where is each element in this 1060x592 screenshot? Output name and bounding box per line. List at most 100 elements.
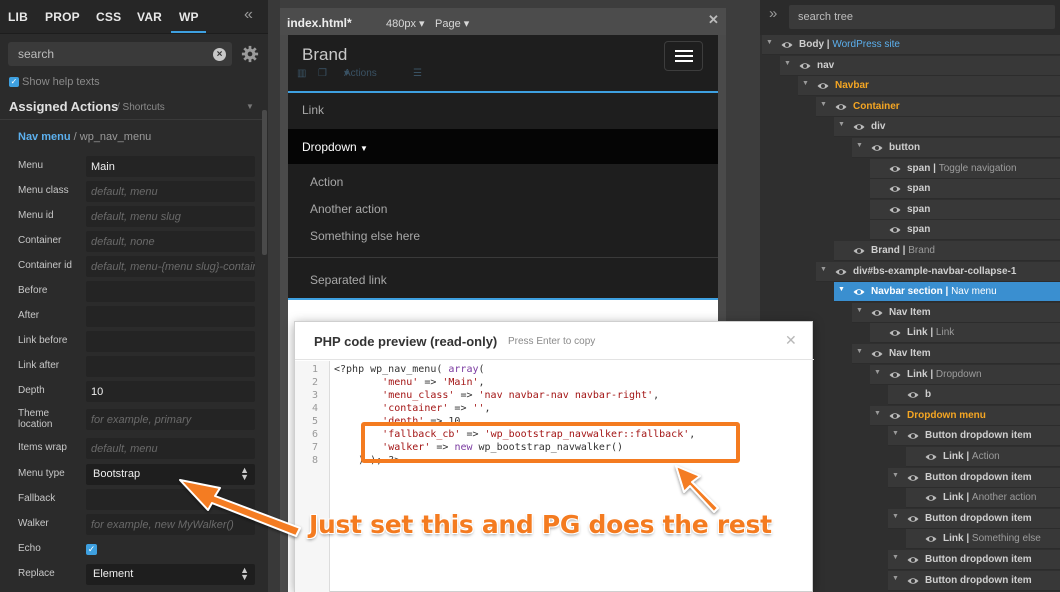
caret-down-icon[interactable]: ▼ [892,513,899,520]
caret-down-icon[interactable]: ▼ [784,60,791,67]
menu-class-field[interactable] [86,181,255,202]
search-input[interactable] [8,42,208,66]
eye-icon[interactable] [907,554,919,566]
assigned-actions-header[interactable]: Assigned Actions / Shortcuts ▼ [0,93,262,120]
before-field[interactable] [86,281,255,302]
eye-icon[interactable] [907,389,919,401]
tree-node[interactable]: ▼ button [852,138,1060,158]
caret-down-icon[interactable]: ▼ [856,348,863,355]
eye-icon[interactable] [925,451,937,463]
eye-icon[interactable] [889,224,901,236]
theme-location-field[interactable] [86,409,255,430]
eye-icon[interactable] [871,142,883,154]
walker-field[interactable] [86,514,255,535]
eye-icon[interactable] [853,286,865,298]
tree-node[interactable]: ▼ Nav Item [852,302,1060,323]
eye-icon[interactable] [889,204,901,216]
eye-icon[interactable] [835,266,847,278]
tree-node[interactable]: ▼ nav [780,55,1060,76]
tree-node[interactable]: ▼ div#bs-example-navbar-collapse-1 [816,261,1060,282]
replace-select[interactable]: Element ▲ ▼ [86,564,255,585]
caret-down-icon[interactable]: ▼ [874,410,881,417]
caret-down-icon[interactable]: ▼ [802,80,809,87]
caret-down-icon[interactable]: ▼ [892,430,899,437]
tree-node[interactable]: span | Toggle navigation [870,158,1060,179]
tree-node[interactable]: ▼ Container [816,96,1060,117]
duplicate-icon[interactable]: ❐ [318,68,327,79]
show-help-checkbox[interactable]: ✓ [9,77,19,87]
eye-icon[interactable] [781,39,793,51]
caret-down-icon[interactable]: ▼ [820,101,827,108]
eye-icon[interactable] [889,183,901,195]
eye-icon[interactable] [907,575,919,587]
tab-wp[interactable]: WP [179,10,199,24]
dropdown-item[interactable]: Another action [310,202,387,216]
depth-field[interactable] [86,381,255,402]
collapse-panel-icon[interactable]: « [244,6,253,24]
tree-node[interactable]: ▼ Button dropdown item [888,426,1060,447]
menu-type-select[interactable]: Bootstrap ▲ ▼ [86,464,255,485]
panel-divider[interactable] [268,0,280,592]
caret-down-icon[interactable]: ▼ [838,121,845,128]
tree-node[interactable]: ▼ Button dropdown item [888,508,1060,529]
trash-icon[interactable]: ▥ [297,68,306,79]
separated-link[interactable]: Separated link [310,273,387,287]
tab-css[interactable]: CSS [96,10,121,24]
tree-node[interactable]: ▼ Dropdown menu [870,405,1060,426]
tree-node[interactable]: ▼ Button dropdown item [888,550,1060,570]
tab-var[interactable]: VAR [137,10,162,24]
nav-link[interactable]: Link [302,103,324,117]
caret-down-icon[interactable]: ▼ [856,307,863,314]
tree-node[interactable]: span [870,199,1060,220]
dropdown-item[interactable]: Action [310,175,343,189]
expand-panel-icon[interactable]: » [769,5,777,22]
caret-down-icon[interactable]: ▼ [874,369,881,376]
eye-icon[interactable] [907,430,919,442]
eye-icon[interactable] [889,327,901,339]
file-tab[interactable]: index.html* [287,16,352,30]
eye-icon[interactable] [799,60,811,72]
menu-icon[interactable]: ☰ [413,68,422,79]
tree-node[interactable]: ▼ Navbar section | Nav menu [834,282,1060,303]
caret-down-icon[interactable]: ▼ [892,472,899,479]
caret-down-icon[interactable]: ▼ [892,575,899,582]
page-dropdown[interactable]: Page ▾ [435,17,469,30]
tab-lib[interactable]: LIB [8,10,28,24]
caret-down-icon[interactable]: ▼ [892,554,899,561]
caret-down-icon[interactable]: ▼ [766,39,773,46]
eye-icon[interactable] [871,348,883,360]
eye-icon[interactable] [835,101,847,113]
actions-menu[interactable]: Actions ▾ [344,68,377,79]
fallback-field[interactable] [86,489,255,510]
caret-down-icon[interactable]: ▼ [838,286,845,293]
link-before-field[interactable] [86,331,255,352]
eye-icon[interactable] [889,163,901,175]
dropdown-toggle[interactable]: Dropdown ▼ [302,140,368,154]
navbar-brand[interactable]: Brand [302,45,347,65]
items-wrap-field[interactable] [86,438,255,459]
container-id-field[interactable] [86,256,255,277]
preview-navbar[interactable]: Brand ▥ ❐ Actions ▾ ☰ Link Dropdown ▼ Ac… [288,35,718,300]
after-field[interactable] [86,306,255,327]
tree-node[interactable]: Link | Action [906,447,1060,467]
close-icon[interactable]: ✕ [785,332,797,349]
tree-node[interactable]: ▼ Button dropdown item [888,467,1060,488]
echo-checkbox[interactable]: ✓ [86,544,97,555]
navbar-toggle-button[interactable] [664,41,703,71]
tree-node[interactable]: ▼ Nav Item [852,344,1060,364]
eye-icon[interactable] [907,513,919,525]
eye-icon[interactable] [907,472,919,484]
eye-icon[interactable] [889,410,901,422]
eye-icon[interactable] [925,533,937,545]
tree-node[interactable]: ▼ Button dropdown item [888,570,1060,591]
tab-prop[interactable]: PROP [45,10,80,24]
tree-node[interactable]: b [888,385,1060,406]
chevron-down-icon[interactable]: ▼ [246,102,254,111]
eye-icon[interactable] [889,369,901,381]
tree-node[interactable]: span [870,179,1060,200]
tree-node[interactable]: Link | Something else [906,529,1060,550]
menu-id-field[interactable] [86,206,255,227]
dropdown-item[interactable]: Something else here [310,229,420,243]
tree-node[interactable]: Link | Link [870,323,1060,344]
tree-node[interactable]: Link | Another action [906,488,1060,509]
